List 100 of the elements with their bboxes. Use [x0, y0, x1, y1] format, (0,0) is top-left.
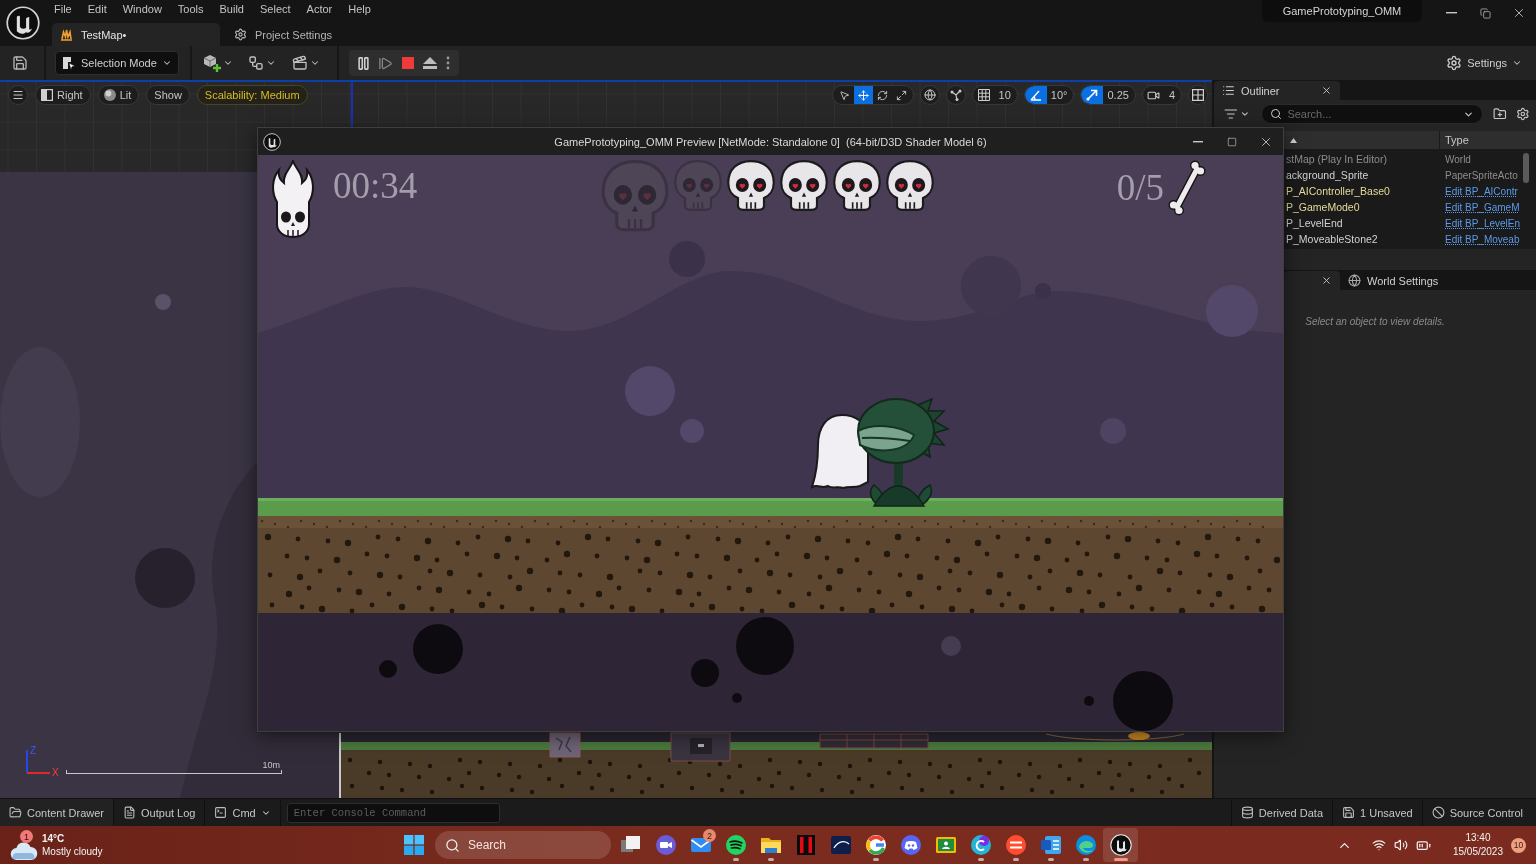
- close-icon[interactable]: [1321, 275, 1332, 286]
- list-icon: [1222, 84, 1235, 97]
- document-icon: [1039, 834, 1062, 856]
- more-icon: [445, 56, 450, 70]
- console-input[interactable]: Enter Console Command: [286, 802, 500, 823]
- scale-snap-button[interactable]: 0.25: [1080, 85, 1136, 105]
- clock-date[interactable]: 15/05/2023: [1452, 845, 1503, 859]
- chalkboard-icon: [934, 834, 957, 856]
- logo-icon[interactable]: [263, 132, 281, 151]
- tab-title: Outliner: [1241, 84, 1280, 97]
- sky-blob: [625, 366, 675, 416]
- search-input[interactable]: Search: [468, 838, 601, 852]
- chevron-down-icon[interactable]: [1239, 109, 1250, 119]
- scalability-button[interactable]: Scalability: Medium: [196, 85, 308, 105]
- menu-item[interactable]: Tools: [169, 0, 212, 19]
- outliner-tab[interactable]: Outliner: [1214, 81, 1340, 100]
- wifi-icon[interactable]: [1371, 838, 1386, 852]
- half-square-icon: [41, 89, 53, 101]
- search-input[interactable]: Search...: [1287, 108, 1458, 120]
- sound-waves-icon: [724, 834, 747, 856]
- stop-icon: [401, 57, 414, 69]
- grid-snap-button[interactable]: 10: [971, 85, 1018, 105]
- cave-hole: [1113, 671, 1173, 731]
- video-camera-icon: [654, 834, 677, 856]
- document-tab[interactable]: TestMap•: [52, 23, 220, 46]
- view-mode-button[interactable]: Right: [35, 85, 91, 105]
- edit-blueprint-link[interactable]: Edit BP_AIContr: [1439, 185, 1518, 197]
- sky-blob: [680, 419, 704, 443]
- menu-item[interactable]: Select: [252, 0, 299, 19]
- bone-counter: 0/5: [1116, 169, 1164, 206]
- cave-hole: [1084, 696, 1094, 706]
- actor-name[interactable]: P_GameMode0: [1286, 201, 1439, 213]
- scrollbar-thumb[interactable]: [1523, 153, 1529, 183]
- actor-name[interactable]: P_LevelEnd: [1286, 217, 1439, 229]
- nodes-icon: [949, 89, 962, 101]
- edit-blueprint-link[interactable]: Edit BP_Moveab: [1439, 233, 1520, 245]
- column-header[interactable]: Type: [1445, 134, 1469, 146]
- prohibited-icon: [1431, 806, 1445, 819]
- weather-condition: Mostly cloudy: [42, 845, 103, 858]
- transform-tool-button[interactable]: [853, 86, 873, 104]
- edit-blueprint-link[interactable]: Edit BP_GameM: [1439, 201, 1520, 213]
- eject-icon: [422, 57, 437, 69]
- show-menu-button[interactable]: Show: [146, 85, 190, 105]
- menu-item[interactable]: Help: [340, 0, 379, 19]
- axis-label: X: [52, 768, 59, 778]
- minimize-icon: [1445, 12, 1457, 14]
- actor-name[interactable]: ackground_Sprite: [1286, 169, 1439, 181]
- scale-label: 10m: [262, 760, 280, 770]
- document-icon: [123, 806, 137, 819]
- arc-tile-icon: [829, 834, 852, 856]
- selection-mode-dropdown[interactable]: Selection Mode: [55, 51, 179, 75]
- filter-icon[interactable]: [1224, 107, 1238, 121]
- logo-icon[interactable]: [6, 6, 40, 40]
- sky-blob: [1206, 285, 1258, 337]
- cave-hole: [732, 693, 742, 703]
- actor-name[interactable]: P_AIController_Base0: [1286, 185, 1439, 197]
- taskbar-app-button[interactable]: 2: [683, 828, 718, 862]
- swirl-icon: [1074, 834, 1097, 856]
- settings-button[interactable]: Settings: [1446, 55, 1522, 71]
- actor-name[interactable]: stMap (Play In Editor): [1286, 153, 1439, 165]
- sort-arrow-icon[interactable]: [1290, 137, 1297, 143]
- add-folder-icon[interactable]: [1492, 107, 1507, 121]
- search-icon: [445, 837, 460, 853]
- cave-hole: [691, 659, 719, 687]
- actor-type: PaperSpriteActo: [1444, 169, 1518, 181]
- menu-item[interactable]: Window: [114, 0, 170, 19]
- menu-item[interactable]: Actor: [298, 0, 341, 19]
- gamepad-icon: [899, 834, 922, 856]
- speaker-icon[interactable]: [1393, 838, 1408, 852]
- taskbar-app-button[interactable]: [1103, 828, 1138, 862]
- menu-item[interactable]: Build: [211, 0, 252, 19]
- save-icon: [1342, 806, 1356, 819]
- chevron-down-icon: [161, 58, 172, 68]
- edit-blueprint-link[interactable]: Edit BP_LevelEn: [1439, 217, 1521, 229]
- search-bar[interactable]: Search...: [1261, 104, 1483, 124]
- settings-icon[interactable]: [1516, 107, 1530, 121]
- notification-count-badge[interactable]: 10: [1511, 837, 1526, 853]
- notification-badge: 2: [703, 829, 716, 842]
- cloud-icon: [10, 842, 38, 860]
- chevron-down-icon: [222, 58, 233, 68]
- stripes-circle-icon: [1004, 834, 1027, 856]
- document-tab[interactable]: Project Settings: [226, 23, 343, 46]
- actor-name[interactable]: P_MoveableStone2: [1286, 233, 1439, 245]
- add-cube-icon: [202, 54, 221, 72]
- clock-time[interactable]: 13:40: [1465, 831, 1491, 845]
- window-title: GamePrototyping_OMM Preview [NetMode: Standalone 0] (64-bit/D3D Shader Model 6): [554, 135, 987, 148]
- pointer-icon: [838, 89, 850, 101]
- taskbar-search-bar[interactable]: Search: [435, 831, 611, 859]
- menu-item[interactable]: File: [46, 0, 80, 19]
- close-icon[interactable]: [1321, 85, 1332, 96]
- level-icon: [60, 28, 73, 41]
- search-icon: [1270, 108, 1283, 120]
- four-squares-icon: [404, 835, 424, 855]
- scale-icon: [895, 89, 907, 101]
- content-drawer-button[interactable]: Content Drawer: [0, 799, 115, 826]
- flaming-skull-icon: [272, 160, 314, 238]
- minimize-icon: [1193, 140, 1203, 143]
- cave-hole: [941, 636, 961, 656]
- world-settings-tab[interactable]: World Settings: [1340, 271, 1447, 290]
- menu-item[interactable]: Edit: [79, 0, 115, 19]
